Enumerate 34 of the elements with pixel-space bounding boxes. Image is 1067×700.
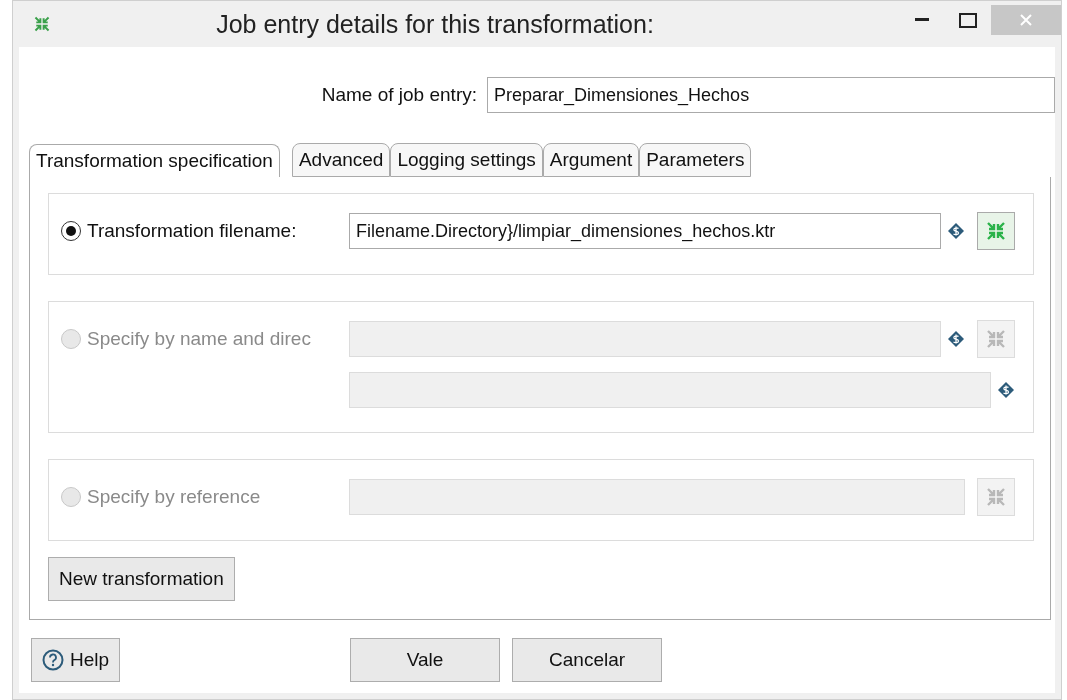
dialog-button[interactable]: Cancelar — [512, 638, 663, 682]
tab[interactable]: Logging settings — [390, 143, 543, 177]
help-button[interactable]: Help — [31, 638, 121, 682]
name-field[interactable]: Preparar_Dimensiones_Hechos — [487, 77, 1055, 113]
browse-button[interactable] — [977, 478, 1015, 516]
variable-icon — [947, 330, 965, 348]
new-transformation-button[interactable]: New transformation — [48, 557, 235, 601]
browse-button[interactable] — [977, 320, 1015, 358]
help-icon — [42, 649, 64, 671]
name-label: Name of job entry: — [321, 84, 477, 106]
tab[interactable]: Parameters — [639, 143, 752, 177]
arrows-icon — [985, 220, 1007, 242]
dialog-button[interactable]: Vale — [350, 638, 501, 682]
option-label: Transformation filename: — [87, 220, 297, 242]
directory-field[interactable] — [349, 372, 991, 408]
arrows-icon — [985, 328, 1007, 350]
window-title: Job entry details for this transformation: — [215, 9, 655, 39]
maximize-icon — [959, 12, 977, 28]
minimize-icon — [915, 18, 929, 22]
tab[interactable]: Advanced — [291, 143, 391, 177]
arrows-icon — [985, 486, 1007, 508]
radio-button[interactable] — [61, 221, 81, 241]
option-label: Specify by name and direc — [87, 328, 311, 350]
tab[interactable]: Argument — [542, 143, 640, 177]
tab[interactable]: Transformation specification — [29, 144, 280, 177]
arrows-icon — [33, 15, 51, 33]
variable-icon — [997, 381, 1015, 399]
browse-button[interactable] — [977, 212, 1015, 250]
reference-field[interactable] — [349, 479, 965, 515]
option-label: Specify by reference — [87, 486, 261, 508]
variable-icon — [947, 222, 965, 240]
filename-field[interactable]: Filename.Directory}/limpiar_dimensiones_hechos.ktr — [349, 213, 941, 249]
name-field[interactable] — [349, 321, 941, 357]
close-icon — [1019, 13, 1033, 27]
